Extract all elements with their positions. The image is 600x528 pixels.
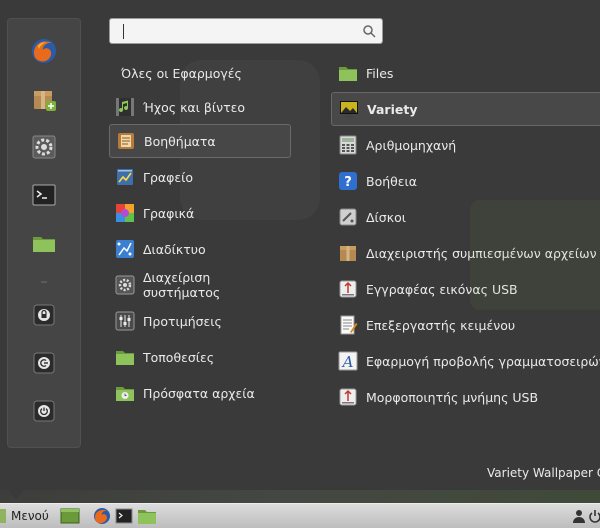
category-preferences[interactable]: Προτιμήσεις bbox=[109, 304, 291, 338]
category-label: Πρόσφατα αρχεία bbox=[143, 385, 255, 401]
terminal-icon[interactable] bbox=[28, 179, 60, 211]
menu-button-label: Μενού bbox=[11, 509, 49, 523]
category-office[interactable]: Γραφείο bbox=[109, 160, 291, 194]
graphics-icon bbox=[116, 204, 134, 222]
power-icon[interactable] bbox=[589, 508, 600, 524]
folder-icon bbox=[339, 67, 357, 81]
favorites-sidebar bbox=[7, 18, 81, 448]
terminal-icon[interactable] bbox=[115, 507, 133, 525]
text-cursor bbox=[123, 24, 124, 39]
app-variety[interactable]: Variety bbox=[331, 92, 600, 126]
help-icon: ? bbox=[339, 172, 357, 190]
category-label: Ήχος και βίντεο bbox=[143, 99, 245, 115]
app-files[interactable]: Files bbox=[331, 56, 600, 90]
category-accessories[interactable]: Βοηθήματα bbox=[109, 124, 291, 158]
category-recent-files[interactable]: Πρόσφατα αρχεία bbox=[109, 376, 291, 410]
usb-image-writer-icon bbox=[339, 280, 357, 298]
category-label: Διαχείριση συστήματος bbox=[143, 270, 221, 300]
category-label: Γραφείο bbox=[143, 169, 194, 185]
category-label: Προτιμήσεις bbox=[143, 313, 222, 329]
app-label: Εγγραφέας εικόνας USB bbox=[366, 281, 518, 297]
firefox-icon[interactable] bbox=[28, 35, 60, 67]
category-administration[interactable]: Διαχείριση συστήματος bbox=[109, 268, 291, 302]
software-manager-icon[interactable] bbox=[28, 83, 60, 115]
category-label: Γραφικά bbox=[143, 205, 195, 221]
menu-button[interactable]: Μενού bbox=[0, 504, 49, 528]
app-label: Επεξεργαστής κειμένου bbox=[366, 317, 516, 333]
font-viewer-icon: A bbox=[338, 351, 358, 371]
archive-manager-icon bbox=[340, 246, 356, 261]
folder-icon[interactable] bbox=[28, 227, 60, 259]
accessories-icon bbox=[118, 133, 134, 149]
bottom-panel: Μενού bbox=[0, 503, 600, 528]
mint-menu-icon bbox=[0, 509, 6, 523]
logout-icon[interactable] bbox=[28, 347, 60, 379]
system-settings-icon[interactable] bbox=[28, 131, 60, 163]
search-input[interactable] bbox=[109, 18, 383, 44]
category-places[interactable]: Τοποθεσίες bbox=[109, 340, 291, 374]
app-label: Αριθμομηχανή bbox=[366, 137, 457, 153]
app-disks[interactable]: Δίσκοι bbox=[331, 200, 600, 234]
internet-icon bbox=[116, 240, 134, 258]
favorites-separator bbox=[41, 281, 47, 283]
category-sound-video[interactable]: Ήχος και βίντεο bbox=[109, 90, 291, 124]
user-icon[interactable] bbox=[571, 508, 587, 524]
multimedia-icon bbox=[116, 98, 134, 116]
office-icon bbox=[117, 169, 133, 185]
svg-text:A: A bbox=[341, 353, 354, 371]
app-usb-image-writer[interactable]: Εγγραφέας εικόνας USB bbox=[331, 272, 600, 306]
category-label: Τοποθεσίες bbox=[143, 349, 215, 365]
app-label: Βοήθεια bbox=[366, 173, 418, 189]
variety-icon bbox=[340, 101, 358, 118]
app-label: Μορφοποιητής μνήμης USB bbox=[366, 389, 539, 405]
category-graphics[interactable]: Γραφικά bbox=[109, 196, 291, 230]
category-label: Διαδίκτυο bbox=[143, 241, 206, 257]
recent-files-icon bbox=[116, 387, 134, 401]
lock-screen-icon[interactable] bbox=[28, 299, 60, 331]
app-help[interactable]: ? Βοήθεια bbox=[331, 164, 600, 198]
shutdown-icon[interactable] bbox=[28, 395, 60, 427]
app-text-editor[interactable]: Επεξεργαστής κειμένου bbox=[331, 308, 600, 342]
disks-icon bbox=[339, 208, 357, 226]
calculator-icon bbox=[339, 135, 357, 155]
usb-stick-formatter-icon bbox=[339, 388, 357, 406]
app-calculator[interactable]: Αριθμομηχανή bbox=[331, 128, 600, 162]
application-menu: Όλες οι Εφαρμογές Ήχος και βίντεο Βοηθήμ… bbox=[0, 0, 600, 490]
folder-icon[interactable] bbox=[137, 507, 157, 525]
category-label: Όλες οι Εφαρμογές bbox=[121, 65, 242, 81]
places-folder-icon bbox=[116, 351, 134, 365]
app-label: Διαχειριστής συμπιεσμένων αρχείων bbox=[366, 245, 597, 261]
app-label: Variety bbox=[367, 101, 418, 117]
app-usb-stick-formatter[interactable]: Μορφοποιητής μνήμης USB bbox=[331, 380, 600, 414]
app-label: Files bbox=[366, 65, 394, 81]
app-label: Δίσκοι bbox=[366, 209, 406, 225]
text-editor-icon bbox=[340, 315, 358, 335]
administration-icon bbox=[115, 275, 135, 295]
app-description: Variety Wallpaper C bbox=[487, 466, 600, 480]
app-archive-manager[interactable]: Διαχειριστής συμπιεσμένων αρχείων bbox=[331, 236, 600, 270]
menu-pointer bbox=[8, 490, 24, 499]
show-desktop-icon[interactable] bbox=[60, 507, 80, 525]
app-font-viewer[interactable]: A Εφαρμογή προβολής γραμματοσειρών bbox=[331, 344, 600, 378]
search-icon bbox=[363, 25, 376, 38]
category-label: Βοηθήματα bbox=[144, 133, 216, 149]
firefox-icon[interactable] bbox=[93, 507, 111, 525]
category-internet[interactable]: Διαδίκτυο bbox=[109, 232, 291, 266]
app-label: Εφαρμογή προβολής γραμματοσειρών bbox=[366, 353, 600, 369]
svg-text:?: ? bbox=[344, 175, 352, 190]
preferences-icon bbox=[115, 311, 135, 331]
category-all-applications[interactable]: Όλες οι Εφαρμογές bbox=[109, 56, 291, 90]
